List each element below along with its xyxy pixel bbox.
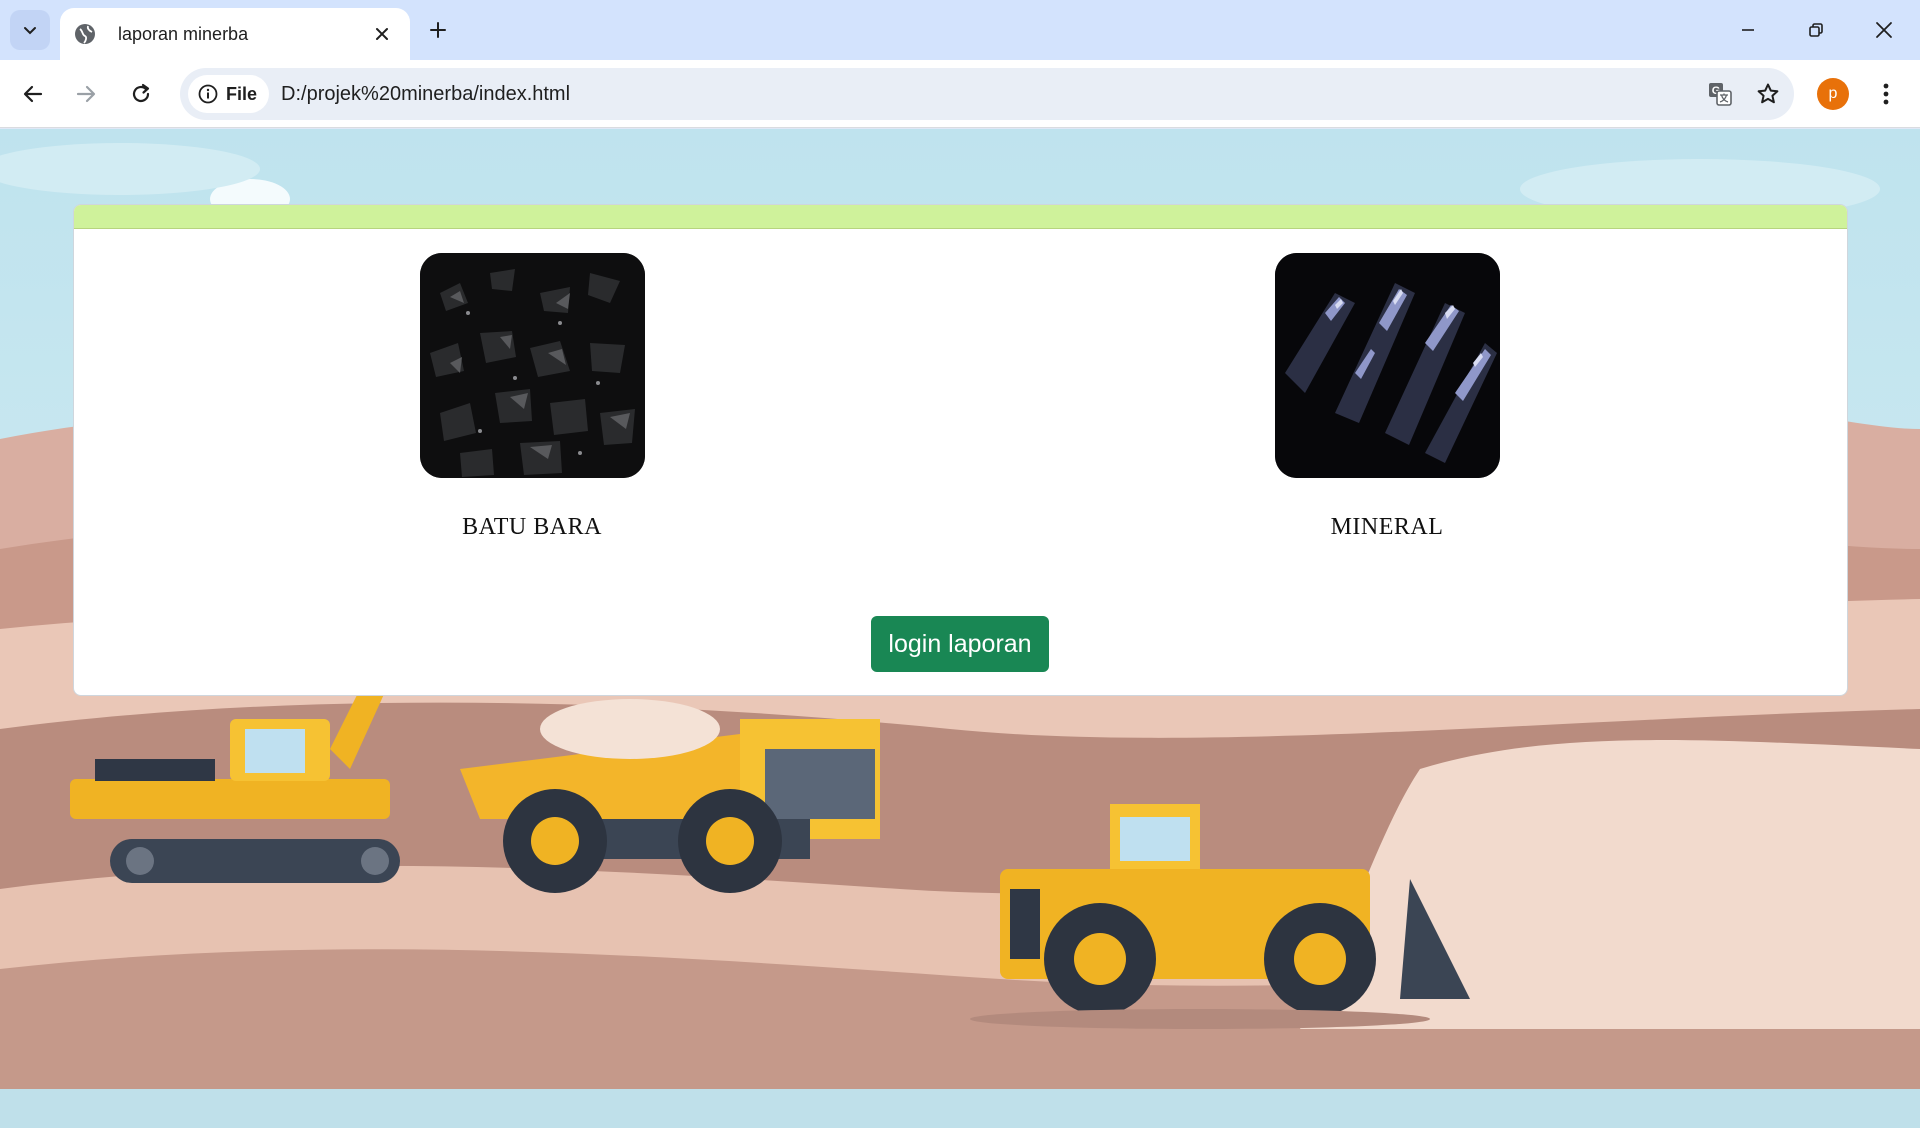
card-header-bar [74,205,1847,229]
tab-strip: laporan minerba [0,0,1920,60]
translate-button[interactable]: G [1698,72,1742,116]
star-icon [1757,83,1779,104]
menu-card: BATU BARA MINERAL login laporan [73,204,1848,696]
info-icon [198,84,218,104]
batu-bara-label: BATU BARA [462,514,602,540]
new-tab-button[interactable] [418,12,458,48]
bookmark-button[interactable] [1746,72,1790,116]
page-viewport: BATU BARA MINERAL login laporan [0,129,1920,1128]
restore-icon [1809,23,1823,37]
close-tab-button[interactable] [368,20,396,48]
restore-button[interactable] [1782,0,1850,60]
active-tab[interactable]: laporan minerba [60,8,410,60]
mineral-item[interactable]: MINERAL [1267,229,1507,541]
forward-button[interactable] [64,72,108,116]
translate-icon: G [1709,83,1732,106]
minimize-icon [1742,29,1754,31]
arrow-left-icon [23,85,43,103]
tab-title: laporan minerba [118,23,249,44]
reload-icon [132,83,150,103]
close-icon [376,28,388,40]
close-window-button[interactable] [1850,0,1918,60]
close-icon [1876,22,1892,38]
globe-icon [74,23,96,45]
batu-bara-item[interactable]: BATU BARA [412,229,652,541]
tab-search-button[interactable] [10,10,50,50]
site-chip-label: File [226,83,258,104]
site-info-chip[interactable]: File [188,75,270,113]
url-text[interactable]: D:/projek%20minerba/index.html [281,83,1698,106]
address-bar[interactable]: File D:/projek%20minerba/index.html G [180,68,1794,120]
browser-menu-button[interactable] [1864,72,1908,116]
browser-toolbar: File D:/projek%20minerba/index.html G p [0,60,1920,128]
back-button[interactable] [11,72,55,116]
more-vertical-icon [1883,83,1889,105]
mineral-label: MINERAL [1330,514,1444,540]
chevron-down-icon [24,27,36,35]
mineral-image[interactable] [1274,253,1500,478]
login-laporan-button[interactable]: login laporan [871,616,1049,672]
arrow-right-icon [76,85,96,103]
reload-button[interactable] [119,72,163,116]
plus-icon [430,22,446,38]
batu-bara-image[interactable] [419,253,645,478]
profile-avatar[interactable]: p [1817,78,1849,110]
minimize-button[interactable] [1714,0,1782,60]
